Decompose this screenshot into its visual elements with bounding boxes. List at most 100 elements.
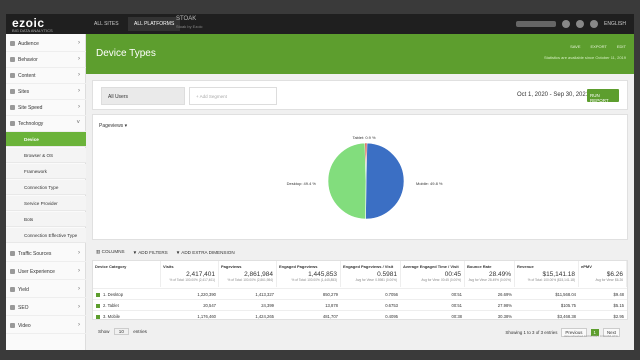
table-cell: 26.69% [465, 288, 515, 299]
sidebar-sub-service-provider[interactable]: Service Provider [6, 196, 86, 211]
table-cell: 13,878 [277, 299, 341, 310]
settings-icon[interactable] [576, 20, 585, 28]
language-select[interactable]: ENGLISH [604, 21, 626, 27]
segment-select[interactable]: All Users [101, 87, 185, 105]
sidebar-item-technology[interactable]: Technology ˅ [6, 116, 86, 132]
table-cell: 850,279 [277, 288, 341, 299]
date-range-picker[interactable]: Oct 1, 2020 - Sep 30, 2021 ▾ [517, 91, 594, 98]
column-header[interactable]: Pageviews [219, 261, 277, 271]
row-label-cell[interactable]: 3. Mobile [93, 310, 161, 321]
sidebar-item-behavior[interactable]: Behavior › [6, 52, 86, 68]
export-button[interactable]: EXPORT [591, 44, 607, 49]
device-name: Mobile [107, 314, 120, 319]
entries-label: entries [133, 329, 147, 334]
sidebar-item-audience[interactable]: Audience › [6, 36, 86, 52]
column-header[interactable]: Revenue [515, 261, 579, 271]
sidebar-item-label: Site Speed [18, 105, 43, 111]
sidebar-item-label: Content [18, 73, 36, 79]
total-cell: 2,417,401% of Total: 100.00% (2,417,401) [161, 271, 219, 287]
content-icon [10, 73, 15, 78]
save-button[interactable]: SAVE [570, 44, 580, 49]
data-table: Device Category Visits Pageviews Engaged Pa… [92, 260, 628, 320]
sidebar-item-yield[interactable]: Yield › [6, 282, 86, 298]
table-cell: $2.95 [579, 310, 627, 321]
user-experience-icon [10, 269, 15, 274]
column-header[interactable]: Engaged Pageviews / Visit [341, 261, 401, 271]
chevron-right-icon: › [78, 322, 80, 328]
total-cell: 0.5981 Avg for View: 0.5981 (0.00%) [341, 271, 401, 287]
columns-label: COLUMNS [101, 249, 125, 254]
pie-slice-mobile[interactable] [365, 142, 405, 220]
table-cell: 00:38 [401, 310, 465, 321]
table-toolbar: ▥ COLUMNS ▼ ADD FILTERS ▼ ADD EXTRA DIME… [92, 246, 628, 258]
audience-icon [10, 41, 15, 46]
sidebar-sub-device[interactable]: Device [6, 132, 86, 147]
sidebar-item-traffic-sources[interactable]: Traffic Sources › [6, 246, 86, 262]
page-size-select[interactable]: 10 [113, 328, 129, 335]
table-cell: 00:51 [401, 288, 465, 299]
total-value: $6.26 [606, 271, 623, 278]
sidebar-sub-connection-effective-type[interactable]: Connection Effective Type [6, 228, 86, 243]
sidebar-sub-bots[interactable]: Bots [6, 212, 86, 227]
filter-bar: All Users + Add Segment Oct 1, 2020 - Se… [92, 80, 628, 110]
total-cell: $6.26 Avg for View: $6.26 [579, 271, 627, 287]
notification-icon[interactable] [562, 20, 571, 28]
pie-slice-desktop[interactable] [327, 142, 367, 220]
column-header[interactable]: Engaged Pageviews [277, 261, 341, 271]
column-header[interactable]: Bounce Rate [465, 261, 515, 271]
column-header[interactable]: ePMV [579, 261, 627, 271]
top-bar: ezoic BIG DATA ANALYTICS ALL SITES ALL P… [6, 14, 634, 34]
add-dimension-label: ADD EXTRA DIMENSION [181, 249, 235, 255]
row-label-cell[interactable]: 1. Desktop [93, 288, 161, 299]
tab-all-sites[interactable]: ALL SITES [88, 17, 125, 31]
column-header[interactable]: Average Engaged Time / Visit [401, 261, 465, 271]
chevron-right-icon: › [78, 304, 80, 310]
sidebar-item-user-experience[interactable]: User Experience › [6, 264, 86, 280]
table-cell: $3,468.38 [515, 310, 579, 321]
profile-icon[interactable] [590, 20, 599, 28]
total-value: 2,861,984 [244, 271, 273, 278]
table-cell: 00:51 [401, 299, 465, 310]
total-cell: 00:45 Avg for View: 00:45 (0.00%) [401, 271, 465, 287]
checkbox-icon[interactable] [96, 314, 100, 319]
total-subtext: Avg for View: $6.26 [595, 278, 623, 282]
chevron-right-icon: › [78, 268, 80, 274]
logo-tagline: BIG DATA ANALYTICS [12, 28, 53, 33]
checkbox-icon[interactable] [96, 292, 100, 297]
sidebar-sub-connection-type[interactable]: Connection Type [6, 180, 86, 195]
page-size-control: Show 10 entries [98, 328, 147, 335]
pie-label-mobile: Mobile: 49.8 % [416, 181, 443, 186]
screen: ezoic BIG DATA ANALYTICS ALL SITES ALL P… [6, 14, 634, 350]
add-dimension-button[interactable]: ▼ ADD EXTRA DIMENSION [176, 250, 235, 255]
tab-all-platforms[interactable]: ALL PLATFORMS [128, 17, 181, 31]
sidebar-item-sites[interactable]: Sites › [6, 84, 86, 100]
table-cell: 27.98% [465, 299, 515, 310]
table-cell: 0.7056 [341, 288, 401, 299]
video-icon [10, 323, 15, 328]
add-segment-input[interactable]: + Add Segment [189, 87, 277, 105]
sidebar-item-label: User Experience [18, 269, 55, 275]
sidebar-item-content[interactable]: Content › [6, 68, 86, 84]
add-filters-button[interactable]: ▼ ADD FILTERS [133, 250, 168, 255]
traffic-icon [10, 251, 15, 256]
sidebar-item-label: Sites [18, 89, 30, 95]
sidebar-sub-framework[interactable]: Framework [6, 164, 86, 179]
pie-label-tablet: Tablet: 0.9 % [352, 135, 376, 140]
sidebar-item-label: Technology [18, 121, 44, 127]
table-cell: $105.75 [515, 299, 579, 310]
column-header[interactable]: Visits [161, 261, 219, 271]
sidebar-item-video[interactable]: Video › [6, 318, 86, 334]
account-name[interactable] [516, 21, 557, 27]
sidebar-item-site-speed[interactable]: Site Speed › [6, 100, 86, 116]
checkbox-icon[interactable] [96, 303, 100, 308]
sidebar-sub-browser-os[interactable]: Browser & OS [6, 148, 86, 163]
sidebar-item-seo[interactable]: SEO › [6, 300, 86, 316]
run-report-button[interactable]: RUN REPORT [587, 89, 619, 103]
columns-button[interactable]: ▥ COLUMNS [96, 249, 125, 255]
statistics-note: Statistics are available since October 1… [544, 55, 626, 60]
row-label-cell[interactable]: 2. Tablet [93, 299, 161, 310]
table-cell: 1,220,390 [161, 288, 219, 299]
column-header[interactable]: Device Category [93, 261, 161, 271]
edit-button[interactable]: EDIT [617, 44, 626, 49]
total-value: 0.5981 [377, 271, 397, 278]
